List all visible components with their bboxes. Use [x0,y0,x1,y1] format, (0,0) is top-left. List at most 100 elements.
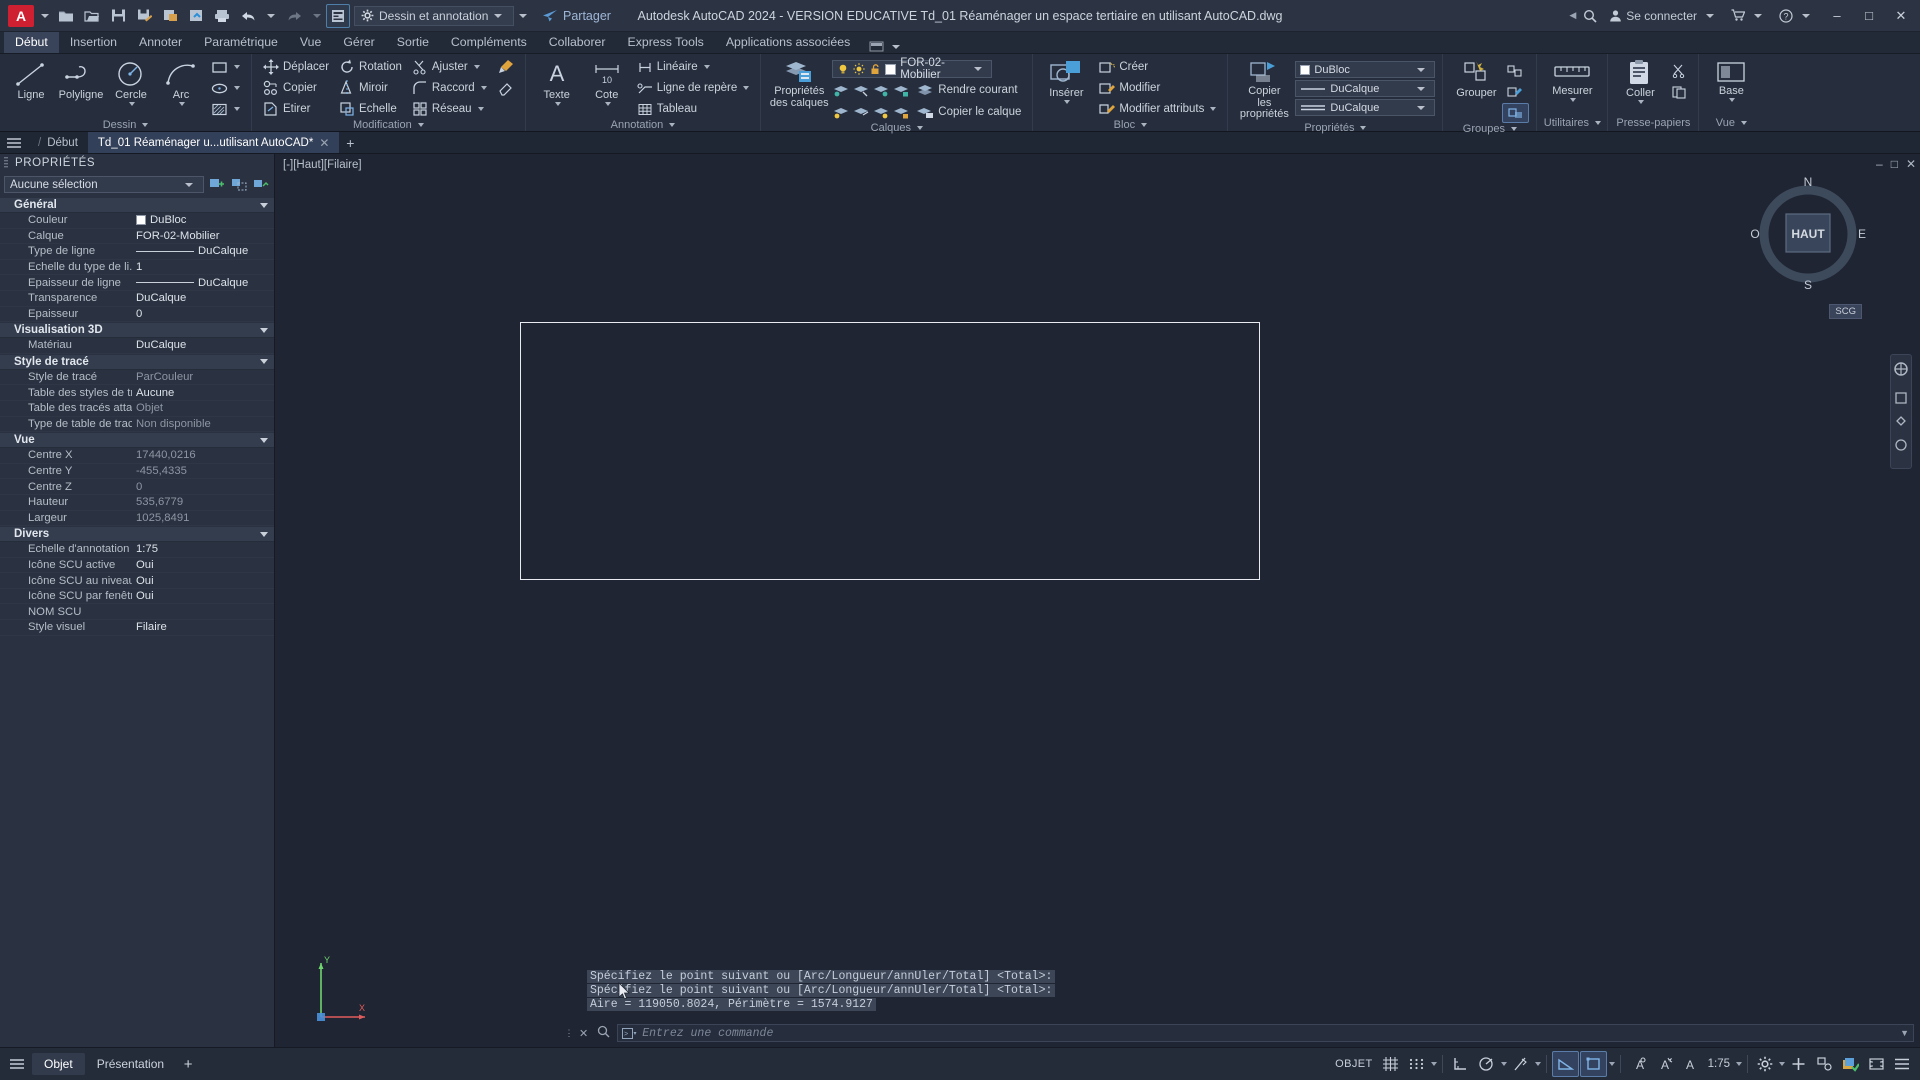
snap-icon[interactable] [1404,1051,1429,1077]
annotation-scale-dropdown-icon[interactable] [1736,1062,1742,1066]
ribbon-tab-annoter[interactable]: Annoter [128,32,193,53]
command-input[interactable]: > Entrez une commande ▼ [617,1024,1914,1042]
property-row-epaisseur[interactable]: Epaisseur 0 [0,307,274,323]
search-help-button[interactable] [1578,4,1602,28]
autoscale-icon[interactable]: A [1652,1051,1677,1077]
vue-collapse-icon[interactable] [260,437,268,443]
tool-ungroup[interactable] [1502,61,1529,81]
workspace-selector[interactable]: Dessin et annotation [354,5,514,26]
property-row-nom-scu[interactable]: NOM SCU [0,604,274,621]
app-menu-chevron-icon[interactable] [41,13,49,18]
minimize-button[interactable]: – [1822,1,1852,31]
base-dropdown-icon[interactable] [1729,98,1736,102]
workspace-dropdown-icon[interactable] [1779,1062,1785,1066]
performance-status-icon[interactable] [1838,1051,1863,1077]
select-all-icon[interactable] [229,175,248,194]
property-value[interactable]: FOR-02-Mobilier [132,230,274,242]
property-value[interactable]: Filaire [132,621,274,633]
hatch-dropdown-icon[interactable] [234,107,240,111]
grid-icon[interactable] [1378,1051,1403,1077]
maximize-button[interactable]: □ [1854,1,1884,31]
redo-icon[interactable] [282,4,306,28]
tool-ellipse[interactable] [207,78,244,98]
tool-polyligne[interactable]: Polyligne [57,57,105,103]
mesurer-dropdown-icon[interactable] [1570,98,1577,102]
search-prev-icon[interactable]: ◀ [1569,10,1576,21]
property-group-divers[interactable]: Divers [0,526,274,543]
cloud-save-icon[interactable] [184,4,208,28]
autodesk-app-store-button[interactable] [1726,4,1772,28]
layout-tab-presentation[interactable]: Présentation [85,1053,176,1075]
tool-group-edit[interactable] [1502,82,1529,102]
tool-ligne[interactable]: Ligne [7,57,55,103]
panel-title-calques[interactable]: Calques [764,122,1029,134]
ellipse-dropdown-icon[interactable] [234,86,240,90]
tool-mesurer[interactable]: Mesurer [1544,57,1600,104]
undo-dropdown-icon[interactable] [267,13,275,18]
panel-title-utilitaires[interactable]: Utilitaires [1540,115,1604,131]
tool-copier[interactable]: Copier [259,78,333,98]
view-cube[interactable]: HAUT N S E O [1748,172,1868,292]
ribbon-options-chevron-icon[interactable] [892,44,901,49]
color-swatch-icon[interactable] [885,63,897,75]
command-search-icon[interactable] [594,1025,613,1041]
palette-grip-icon[interactable] [4,156,9,170]
open-icon[interactable] [80,4,104,28]
tool-lineaire[interactable]: Linéaire [633,57,754,77]
tool-modifier-bloc[interactable]: Modifier [1094,78,1220,98]
help-chevron-icon[interactable] [1802,13,1810,18]
command-prompt-icon[interactable]: > [622,1027,637,1039]
tool-deplacer[interactable]: Déplacer [259,57,333,77]
tool-copier-le-calque[interactable]: Copier le calque [912,102,1025,122]
new-icon[interactable] [54,4,78,28]
bloc-panel-chevron-icon[interactable] [1141,123,1148,127]
object-snap-icon[interactable] [1508,1051,1533,1077]
property-value[interactable]: 1:75 [132,543,274,555]
autocad-logo-icon[interactable]: A [8,4,34,27]
tool-ajuster[interactable]: Ajuster [408,57,491,77]
ribbon-tab-parametrique[interactable]: Paramétrique [193,32,289,53]
property-row-icone-scu-active[interactable]: Icône SCU active Oui [0,558,274,574]
tool-echelle[interactable]: Echelle [335,99,406,119]
ribbon-tab-debut[interactable]: Début [4,32,59,53]
annotation-panel-chevron-icon[interactable] [669,123,676,127]
property-group-style-de-trace[interactable]: Style de tracé [0,353,274,370]
property-value[interactable]: Oui [132,590,274,602]
drawn-rectangle[interactable] [520,322,1260,580]
tool-miroir[interactable]: Miroir [335,78,406,98]
command-bar-close-icon[interactable]: ✕ [577,1027,590,1040]
layout-menu-icon[interactable] [2,1051,32,1077]
tool-rectangle[interactable] [207,57,244,77]
dessin-panel-chevron-icon[interactable] [142,123,149,127]
object-snap-dropdown-icon[interactable] [1534,1062,1541,1066]
current-layer-selector[interactable]: FOR-02-Mobilier [832,57,993,81]
layer-on-all-icon[interactable] [832,105,850,120]
panel-title-annotation[interactable]: Annotation [529,119,758,131]
property-row-style-visuel[interactable]: Style visuel Filaire [0,620,274,636]
tool-ligne-de-repere[interactable]: Ligne de repère [633,78,754,98]
object-lineweight-selector[interactable]: DuCalque [1295,80,1436,97]
navigation-bar[interactable] [1890,354,1912,469]
divers-collapse-icon[interactable] [260,531,268,537]
lightbulb-icon[interactable] [837,63,849,75]
help-button[interactable]: ? [1774,4,1820,28]
tool-grouper[interactable]: Grouper [1450,57,1502,101]
property-row-icone-scu-niveau[interactable]: Icône SCU au niveau... Oui [0,573,274,589]
sun-icon[interactable] [853,63,865,75]
object-color-selector[interactable]: DuBloc [1295,61,1436,78]
tool-etirer[interactable]: Etirer [259,99,333,119]
panel-title-modification[interactable]: Modification [255,119,522,131]
tool-copier-clipboard[interactable] [1667,82,1691,102]
workspace-chevron-icon[interactable] [494,13,502,18]
tool-effacer[interactable] [493,78,518,98]
file-tab-drawing[interactable]: Td_01 Réaménager u...utilisant AutoCAD* … [87,132,340,153]
property-value[interactable]: DuCalque [132,245,274,257]
tool-reseau[interactable]: Réseau [408,99,491,119]
tool-cote[interactable]: 10 Cote [583,57,631,108]
property-row-epaisseur-de-ligne[interactable]: Epaisseur de ligne DuCalque [0,275,274,291]
unlock-icon[interactable] [869,63,881,75]
isolate-objects-icon[interactable] [1786,1051,1811,1077]
viewport-minimize-icon[interactable]: – [1876,157,1883,171]
color-chevron-icon[interactable] [1417,67,1426,72]
lineweight-chevron-icon[interactable] [1417,86,1426,91]
